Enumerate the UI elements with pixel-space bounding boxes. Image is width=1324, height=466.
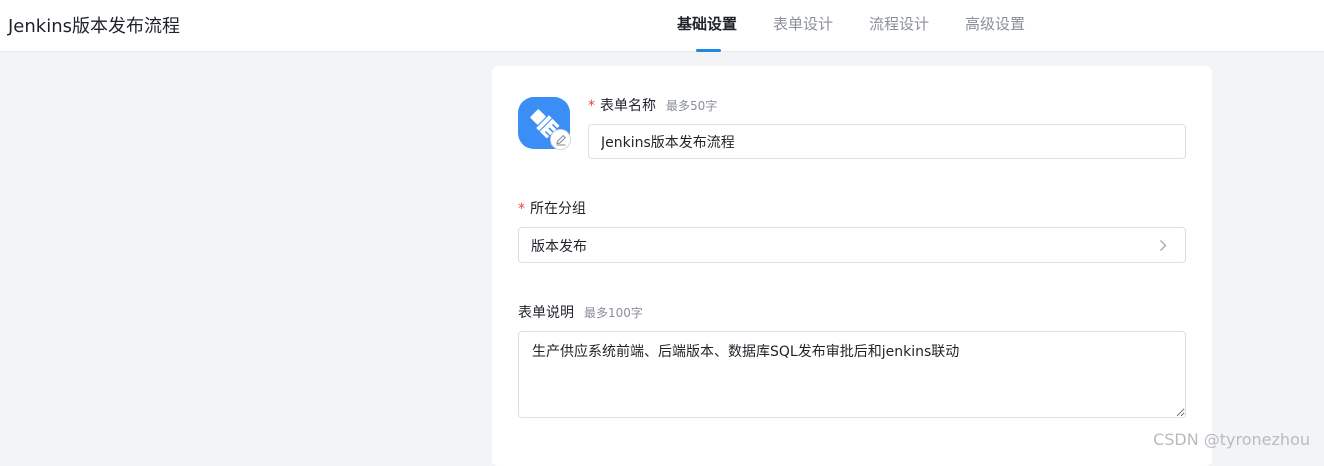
tab-advanced-settings[interactable]: 高级设置 <box>965 13 1025 34</box>
tab-process-design[interactable]: 流程设计 <box>869 13 929 34</box>
edit-icon <box>556 134 566 146</box>
required-mark: * <box>518 201 525 217</box>
edit-icon-button[interactable] <box>550 129 571 150</box>
watermark: CSDN @tyronezhou <box>1153 430 1310 449</box>
group-label-row: * 所在分组 <box>518 198 586 218</box>
form-name-input[interactable] <box>588 124 1186 159</box>
description-label-row: 表单说明 最多100字 <box>518 302 643 322</box>
description-hint: 最多100字 <box>584 306 643 320</box>
group-select[interactable]: 版本发布 <box>518 227 1186 263</box>
tab-basic-settings[interactable]: 基础设置 <box>677 13 737 34</box>
chevron-right-icon <box>1160 240 1167 251</box>
form-name-hint: 最多50字 <box>666 99 718 113</box>
description-label: 表单说明 <box>518 305 574 321</box>
active-tab-indicator <box>696 49 721 52</box>
form-name-label: 表单名称 <box>600 98 656 114</box>
description-textarea[interactable]: 生产供应系统前端、后端版本、数据库SQL发布审批后和jenkins联动 <box>518 331 1186 418</box>
group-label: 所在分组 <box>530 201 586 217</box>
tab-form-design[interactable]: 表单设计 <box>773 13 833 34</box>
top-header: Jenkins版本发布流程 基础设置 表单设计 流程设计 高级设置 <box>0 0 1324 52</box>
app-title: Jenkins版本发布流程 <box>8 16 181 37</box>
required-mark: * <box>588 98 595 114</box>
form-name-label-row: * 表单名称 最多50字 <box>588 95 717 115</box>
group-select-value: 版本发布 <box>531 239 587 255</box>
